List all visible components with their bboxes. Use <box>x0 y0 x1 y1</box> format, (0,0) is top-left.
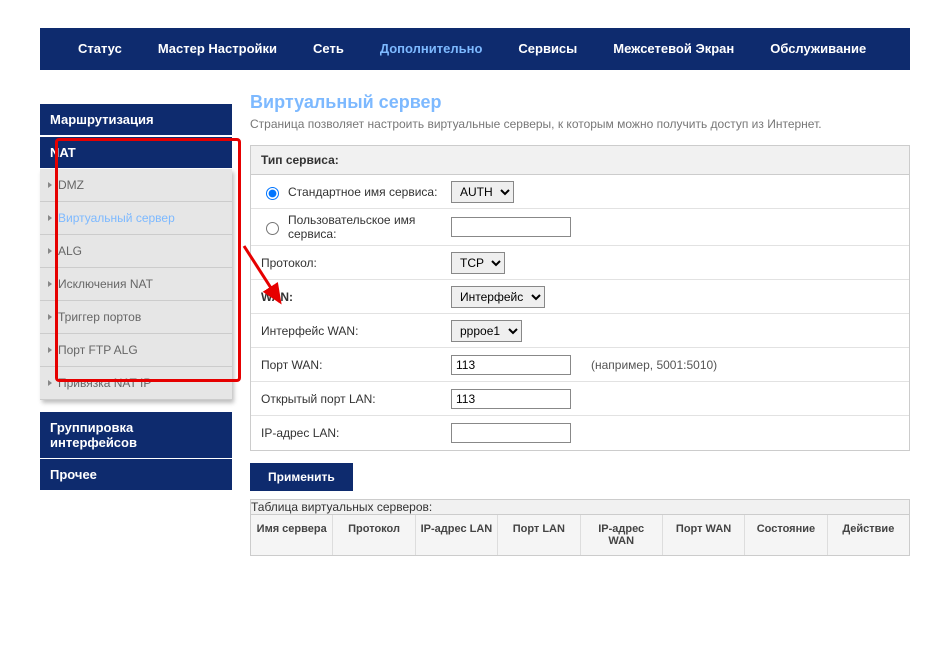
sidebar-item-ftp-alg-port[interactable]: Порт FTP ALG <box>40 334 232 367</box>
nav-services[interactable]: Сервисы <box>500 28 595 70</box>
sidebar-section-other[interactable]: Прочее <box>40 459 232 491</box>
main-content: Виртуальный сервер Страница позволяет на… <box>250 92 910 556</box>
row-standard-name: Стандартное имя сервиса: AUTH <box>251 175 909 209</box>
sidebar-item-alg[interactable]: ALG <box>40 235 232 268</box>
input-lan-open-port[interactable] <box>451 389 571 409</box>
label-standard-name: Стандартное имя сервиса: <box>288 185 437 199</box>
label-protocol: Протокол: <box>261 256 451 270</box>
th-action: Действие <box>828 515 909 555</box>
row-wan-port: Порт WAN: (например, 5001:5010) <box>251 348 909 382</box>
service-type-header: Тип сервиса: <box>251 146 909 175</box>
label-lan-ip: IP-адрес LAN: <box>261 426 451 440</box>
row-protocol: Протокол: TCP <box>251 246 909 280</box>
input-wan-port[interactable] <box>451 355 571 375</box>
table-title: Таблица виртуальных серверов: <box>251 500 909 514</box>
sidebar-item-port-trigger[interactable]: Триггер портов <box>40 301 232 334</box>
sidebar-section-iface-group[interactable]: Группировка интерфейсов <box>40 412 232 459</box>
virtual-servers-table-panel: Таблица виртуальных серверов: Имя сервер… <box>250 499 910 556</box>
label-lan-open-port: Открытый порт LAN: <box>261 392 451 406</box>
sidebar-section-nat[interactable]: NAT <box>40 136 232 169</box>
apply-button[interactable]: Применить <box>250 463 353 491</box>
nav-wizard[interactable]: Мастер Настройки <box>140 28 295 70</box>
sidebar-nat-items: DMZ Виртуальный сервер ALG Исключения NA… <box>40 169 232 400</box>
radio-standard-name[interactable] <box>266 187 279 200</box>
page: Статус Мастер Настройки Сеть Дополнитель… <box>0 0 950 657</box>
select-protocol[interactable]: TCP <box>451 252 505 274</box>
nav-status[interactable]: Статус <box>60 28 140 70</box>
th-lan-ip: IP-адрес LAN <box>416 515 498 555</box>
sidebar-section-routing[interactable]: Маршрутизация <box>40 104 232 136</box>
th-state: Состояние <box>745 515 827 555</box>
sidebar: Маршрутизация NAT DMZ Виртуальный сервер… <box>40 92 250 556</box>
th-wan-port: Порт WAN <box>663 515 745 555</box>
row-lan-open-port: Открытый порт LAN: <box>251 382 909 416</box>
row-wan-iface: Интерфейс WAN: pppoe1 <box>251 314 909 348</box>
radio-custom-name[interactable] <box>266 222 279 235</box>
select-standard-name[interactable]: AUTH <box>451 181 514 203</box>
th-server-name: Имя сервера <box>251 515 333 555</box>
th-wan-ip: IP-адрес WAN <box>581 515 663 555</box>
page-title: Виртуальный сервер <box>250 92 910 113</box>
sidebar-item-nat-exclusions[interactable]: Исключения NAT <box>40 268 232 301</box>
row-lan-ip: IP-адрес LAN: <box>251 416 909 450</box>
label-wan: WAN: <box>261 290 293 304</box>
row-wan: WAN: Интерфейс <box>251 280 909 314</box>
table-head: Имя сервера Протокол IP-адрес LAN Порт L… <box>251 514 909 555</box>
th-protocol: Протокол <box>333 515 415 555</box>
service-type-panel: Тип сервиса: Стандартное имя сервиса: AU… <box>250 145 910 451</box>
label-custom-name: Пользовательское имя сервиса: <box>288 213 451 241</box>
nav-maintenance[interactable]: Обслуживание <box>752 28 884 70</box>
hint-wan-port: (например, 5001:5010) <box>591 358 717 372</box>
sidebar-item-nat-ip-binding[interactable]: Привязка NAT IP <box>40 367 232 400</box>
body: Маршрутизация NAT DMZ Виртуальный сервер… <box>40 70 910 556</box>
input-custom-name[interactable] <box>451 217 571 237</box>
th-lan-port: Порт LAN <box>498 515 580 555</box>
page-desc: Страница позволяет настроить виртуальные… <box>250 117 910 131</box>
nav-advanced[interactable]: Дополнительно <box>362 28 501 70</box>
label-wan-iface: Интерфейс WAN: <box>261 324 451 338</box>
select-wan[interactable]: Интерфейс <box>451 286 545 308</box>
select-wan-iface[interactable]: pppoe1 <box>451 320 522 342</box>
row-custom-name: Пользовательское имя сервиса: <box>251 209 909 246</box>
sidebar-item-virtual-server[interactable]: Виртуальный сервер <box>40 202 232 235</box>
nav-network[interactable]: Сеть <box>295 28 362 70</box>
label-wan-port: Порт WAN: <box>261 358 451 372</box>
sidebar-item-dmz[interactable]: DMZ <box>40 169 232 202</box>
top-nav: Статус Мастер Настройки Сеть Дополнитель… <box>40 28 910 70</box>
nav-firewall[interactable]: Межсетевой Экран <box>595 28 752 70</box>
input-lan-ip[interactable] <box>451 423 571 443</box>
